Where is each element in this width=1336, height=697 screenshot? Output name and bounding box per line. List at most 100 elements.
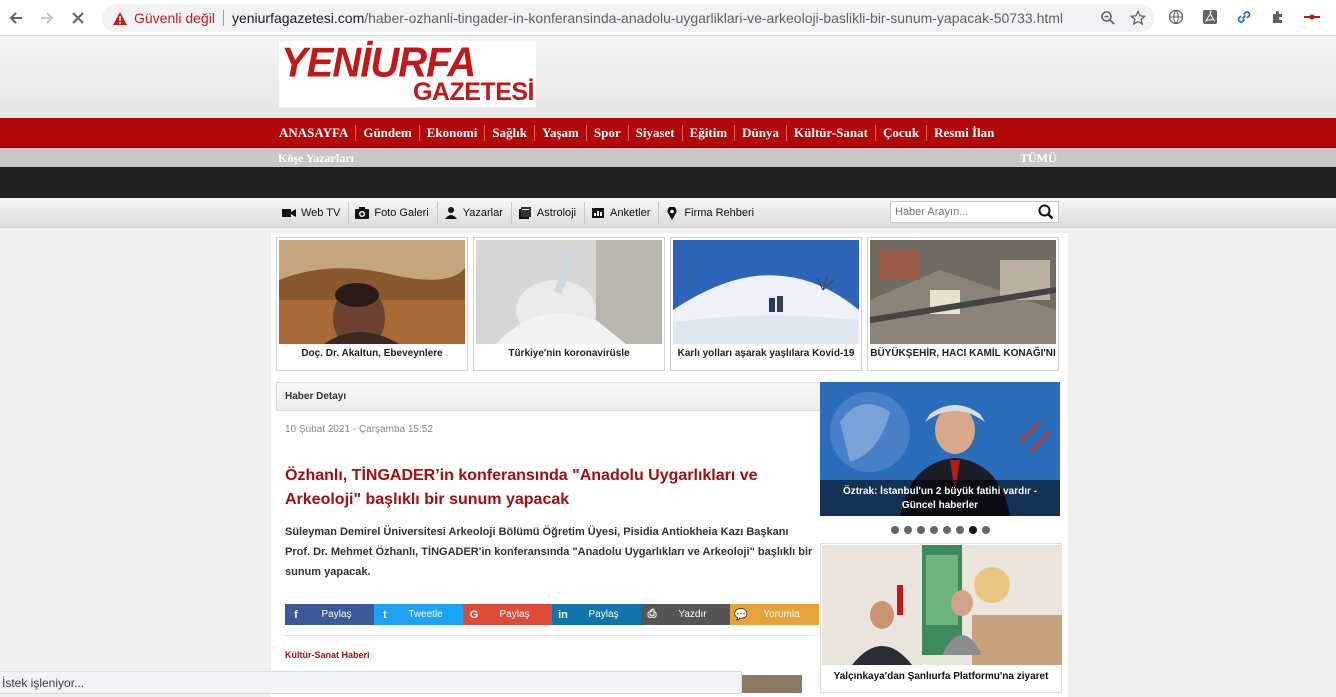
comment-icon: 💬 — [734, 609, 748, 621]
photo-icon — [355, 207, 370, 219]
logo-line-2: GAZETESİ — [412, 78, 535, 106]
slider-dot[interactable] — [930, 526, 938, 534]
menu-item[interactable]: Kültür-Sanat — [787, 125, 876, 141]
site-logo[interactable]: YENİURFA GAZETESİ — [279, 40, 536, 107]
site-header: YENİURFA GAZETESİ — [0, 37, 1336, 118]
slider-dot[interactable] — [904, 526, 912, 534]
nav-link-book[interactable]: Astroloji — [512, 202, 586, 224]
nav-link-label: Yazarlar — [462, 207, 503, 219]
menu-item[interactable]: Sağlık — [485, 125, 536, 141]
divider — [285, 635, 815, 636]
status-bar: İstek işleniyor... — [0, 671, 742, 694]
article-image-thumbnail — [742, 675, 802, 693]
poll-icon — [591, 207, 605, 219]
security-status[interactable]: Güvenli değil — [134, 10, 215, 26]
zoom-icon[interactable] — [1098, 8, 1118, 28]
twitter-share-button[interactable]: t Tweetle — [374, 604, 463, 625]
card-image — [673, 240, 859, 344]
columnists-all-link[interactable]: TÜMÜ — [1020, 151, 1057, 166]
globe-icon[interactable] — [1166, 7, 1186, 27]
slider-dot[interactable] — [956, 526, 964, 534]
slider-pagination — [891, 526, 990, 534]
menu-item[interactable]: Yaşam — [535, 125, 587, 141]
side-news-card[interactable]: Yalçınkaya'dan Şanlıurfa Platformu'na zi… — [820, 543, 1062, 693]
share-label: Yazdır — [678, 609, 707, 620]
headline-card[interactable]: BÜYÜKŞEHİR, HACI KAMİL KONAĞI'NI — [867, 237, 1059, 371]
close-icon — [72, 12, 84, 24]
nav-link-location[interactable]: Firma Rehberi — [659, 202, 762, 224]
menu-item[interactable]: Resmi İlan — [927, 125, 1001, 141]
url-host[interactable]: yeniurfagazetesi.com — [232, 10, 364, 26]
search-input[interactable] — [891, 202, 1031, 222]
nav-link-label: Web TV — [301, 207, 341, 219]
comment-button[interactable]: 💬 Yorumla — [730, 604, 819, 625]
nav-link-label: Firma Rehberi — [684, 207, 755, 219]
menu-item[interactable]: ANASAYFA — [272, 125, 357, 141]
google-share-button[interactable]: G Paylaş — [463, 604, 552, 625]
extensions-puzzle-icon[interactable] — [1268, 7, 1288, 27]
back-button[interactable] — [0, 2, 32, 34]
nav-link-photo[interactable]: Foto Galeri — [349, 202, 438, 224]
print-icon: ⎙ — [647, 608, 657, 620]
book-icon — [518, 207, 532, 219]
slider-caption: Öztrak: İstanbul'un 2 büyük fatihi vardı… — [820, 480, 1060, 516]
share-label: Yorumla — [763, 609, 800, 620]
camera-icon — [282, 207, 296, 219]
menu-item[interactable]: Spor — [587, 125, 629, 141]
menu-item[interactable]: Eğitim — [683, 125, 736, 141]
facebook-share-button[interactable]: f Paylaş — [285, 604, 374, 625]
headline-card[interactable]: Karlı yolları aşarak yaşlılara Kovid-19 — [670, 237, 862, 371]
side-news-caption: Yalçınkaya'dan Şanlıurfa Platformu'na zi… — [833, 671, 1049, 682]
columnists-bar: Köşe Yazarları TÜMÜ — [0, 148, 1336, 167]
card-caption: BÜYÜKŞEHİR, HACI KAMİL KONAĞI'NI — [870, 348, 1056, 359]
news-slider[interactable]: Öztrak: İstanbul'un 2 büyük fatihi vardı… — [820, 382, 1060, 516]
menu-item[interactable]: Ekonomi — [420, 125, 486, 141]
nav-link-label: Astroloji — [536, 207, 577, 219]
headline-card[interactable]: Türkiye'nin koronavirüsle — [473, 237, 665, 371]
columnists-title[interactable]: Köşe Yazarları — [278, 151, 354, 166]
link-icon[interactable] — [1234, 7, 1254, 27]
linkedin-share-button[interactable]: in Paylaş — [552, 604, 641, 625]
search-button[interactable] — [1036, 203, 1056, 221]
article-date: 10 Şubat 2021 - Çarşamba 15:52 — [285, 424, 433, 435]
stop-loading-button[interactable] — [62, 2, 94, 34]
nav-link-camera[interactable]: Web TV — [276, 202, 350, 224]
slider-dot[interactable] — [969, 526, 977, 534]
main-menu: ANASAYFA Gündem Ekonomi Sağlık Yaşam Spor Siya… — [272, 118, 1001, 148]
article-category[interactable]: Kültür-Sanat Haberi — [285, 650, 370, 660]
print-button[interactable]: ⎙ Yazdır — [641, 604, 730, 625]
article-detail: Haber Detayı 10 Şubat 2021 - Çarşamba 15… — [276, 382, 821, 697]
nav-link-poll[interactable]: Anketler — [585, 202, 660, 224]
headline-cards: Doç. Dr. Akaltun, Ebeveynlere Türkiye'ni… — [276, 237, 1059, 371]
slider-dot[interactable] — [943, 526, 951, 534]
url-path[interactable]: /haber-ozhanli-tingader-in-konferansinda… — [364, 10, 1063, 26]
slider-dot[interactable] — [891, 526, 899, 534]
nav-link-person[interactable]: Yazarlar — [438, 202, 512, 224]
address-bar[interactable]: Güvenli değil yeniurfagazetesi.com/haber… — [102, 4, 1154, 32]
menu-item[interactable]: Çocuk — [876, 125, 928, 141]
card-image — [279, 240, 465, 344]
menu-item[interactable]: Siyaset — [629, 125, 683, 141]
menu-item[interactable]: Gündem — [356, 125, 420, 141]
browser-toolbar: Güvenli değil yeniurfagazetesi.com/haber… — [0, 0, 1336, 36]
card-caption: Türkiye'nin koronavirüsle — [508, 348, 630, 359]
headline-card[interactable]: Doç. Dr. Akaltun, Ebeveynlere — [276, 237, 468, 371]
slider-dot[interactable] — [917, 526, 925, 534]
share-label: Tweetle — [408, 609, 443, 620]
bookmark-star-icon[interactable] — [1128, 8, 1148, 28]
menu-item[interactable]: Dünya — [735, 125, 788, 141]
forward-arrow-icon — [41, 12, 54, 24]
profile-icon[interactable] — [1302, 7, 1322, 27]
secondary-nav: Web TV Foto Galeri Yazarlar Astroloji Anketl… — [0, 198, 1336, 228]
share-label: Paylaş — [588, 609, 619, 620]
card-caption: Doç. Dr. Akaltun, Ebeveynlere — [301, 348, 443, 359]
slider-dot[interactable] — [982, 526, 990, 534]
pdf-extension-icon[interactable] — [1200, 7, 1220, 27]
forward-button[interactable] — [31, 2, 63, 34]
location-icon — [665, 206, 679, 220]
article-summary: Süleyman Demirel Üniversitesi Arkeoloji … — [285, 526, 813, 578]
nav-link-label: Anketler — [610, 207, 651, 219]
share-label: Paylaş — [321, 609, 352, 620]
main-menu-bar: ANASAYFA Gündem Ekonomi Sağlık Yaşam Spor Siya… — [0, 118, 1336, 148]
section-header: Haber Detayı — [276, 382, 821, 411]
